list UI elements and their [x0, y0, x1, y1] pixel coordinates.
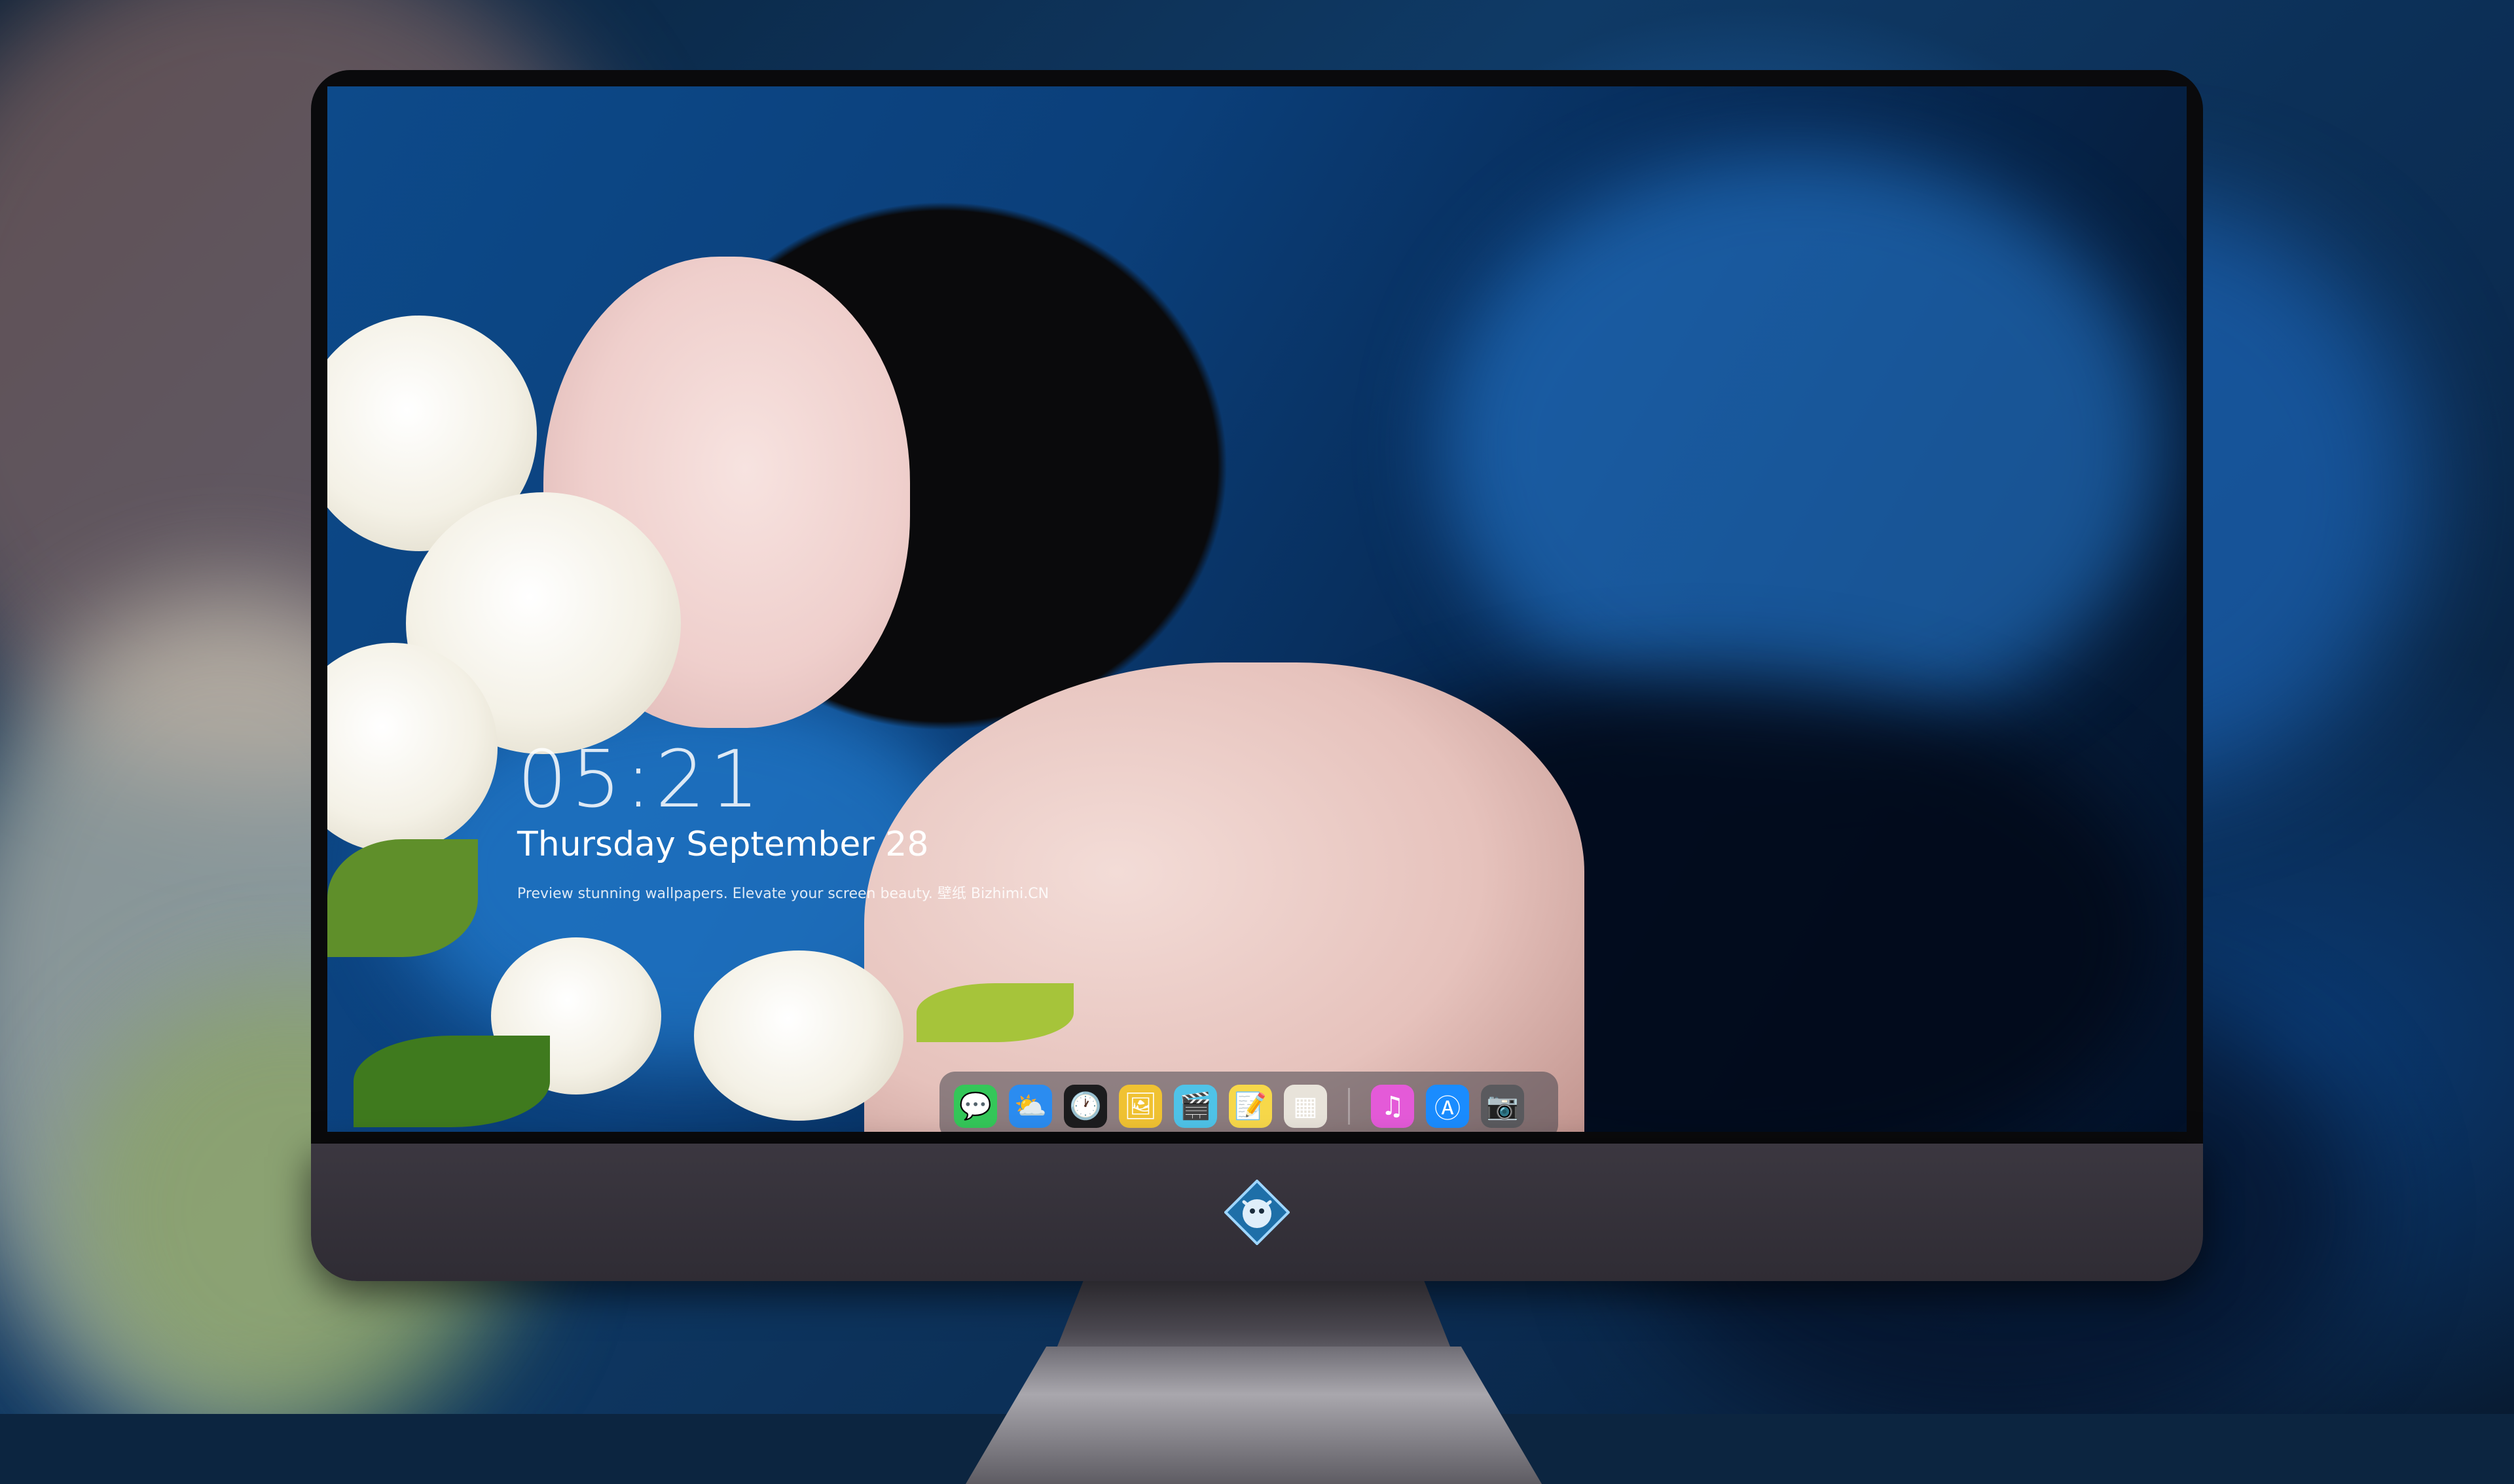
screen: 05:21 Thursday September 28 Preview stun… — [327, 86, 2187, 1132]
weather-icon[interactable]: ⛅ — [1009, 1084, 1052, 1128]
monitor: 05:21 Thursday September 28 Preview stun… — [311, 70, 2203, 1484]
monitor-chin — [311, 1144, 2203, 1281]
wallpaper-flower — [694, 950, 903, 1121]
music-icon[interactable]: ♫ — [1371, 1084, 1414, 1128]
dock-separator — [1348, 1087, 1350, 1125]
monitor-bezel: 05:21 Thursday September 28 Preview stun… — [311, 70, 2203, 1144]
wallpaper-glow — [1440, 152, 2160, 741]
messages-icon[interactable]: 💬 — [954, 1084, 997, 1128]
monitor-stand-base — [966, 1347, 1542, 1484]
notes-icon[interactable]: 📝 — [1229, 1084, 1272, 1128]
app-store-icon[interactable]: Ⓐ — [1426, 1084, 1469, 1128]
dock: 💬 ⛅ 🕐 🖼 🎬 📝 ▦ ♫ Ⓐ 📷 — [939, 1072, 1558, 1132]
lock-date: Thursday September 28 — [517, 825, 929, 864]
clock-icon[interactable]: 🕐 — [1064, 1084, 1107, 1128]
wallpaper-leaf — [917, 983, 1074, 1042]
camera-icon[interactable]: 📷 — [1481, 1084, 1524, 1128]
lock-tagline: Preview stunning wallpapers. Elevate you… — [517, 886, 1049, 902]
photos-grid-icon[interactable]: ▦ — [1284, 1084, 1327, 1128]
lock-clock: 05:21 — [517, 734, 763, 825]
wallpaper-leaf — [327, 839, 478, 957]
brand-logo-icon — [1224, 1180, 1290, 1245]
preview-icon[interactable]: 🖼 — [1119, 1084, 1162, 1128]
videos-icon[interactable]: 🎬 — [1174, 1084, 1217, 1128]
wallpaper-leaf — [354, 1036, 550, 1127]
